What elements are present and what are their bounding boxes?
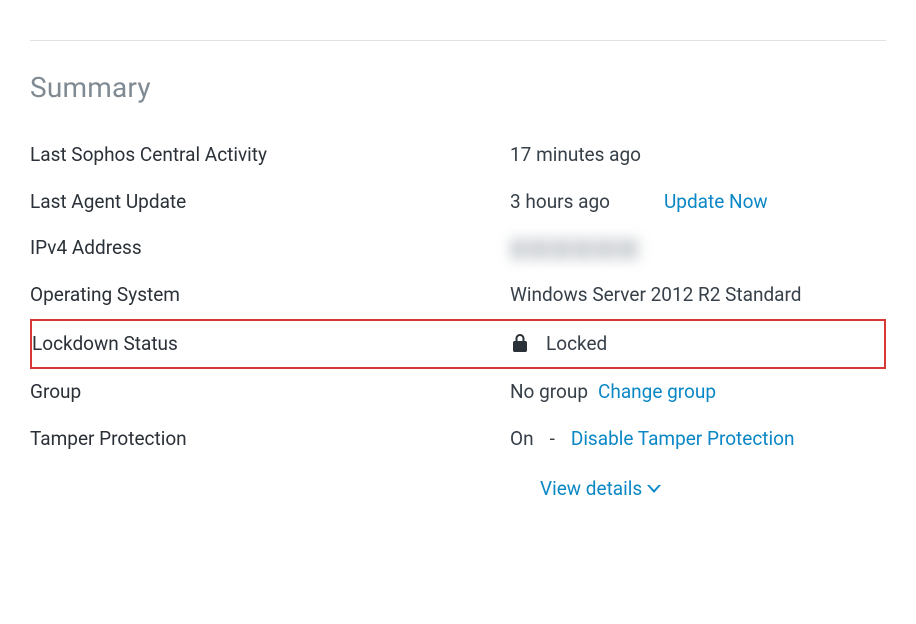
row-lockdown-status: Lockdown Status Locked	[30, 319, 886, 370]
summary-panel: Summary Last Sophos Central Activity 17 …	[0, 0, 916, 500]
value-last-activity: 17 minutes ago	[510, 143, 641, 168]
separator: -	[550, 427, 555, 452]
label-last-activity: Last Sophos Central Activity	[30, 143, 510, 168]
label-os: Operating System	[30, 283, 510, 308]
label-ipv4: IPv4 Address	[30, 236, 510, 261]
label-tamper: Tamper Protection	[30, 427, 510, 452]
divider	[30, 40, 886, 41]
row-ipv4: IPv4 Address	[30, 225, 886, 272]
view-details-link[interactable]: View details	[540, 477, 662, 500]
row-view-details: View details	[30, 463, 886, 500]
row-group: Group No group Change group	[30, 369, 886, 416]
section-title: Summary	[30, 71, 886, 104]
disable-tamper-link[interactable]: Disable Tamper Protection	[571, 427, 795, 452]
lock-icon	[512, 332, 536, 357]
row-last-activity: Last Sophos Central Activity 17 minutes …	[30, 132, 886, 179]
label-agent-update: Last Agent Update	[30, 190, 510, 215]
value-agent-update: 3 hours ago	[510, 190, 610, 215]
row-agent-update: Last Agent Update 3 hours ago Update Now	[30, 179, 886, 226]
update-now-link[interactable]: Update Now	[664, 190, 768, 215]
value-group: No group	[510, 380, 588, 405]
chevron-down-icon	[642, 477, 662, 500]
value-tamper: On	[510, 427, 534, 452]
ipv4-redacted	[510, 238, 640, 260]
row-tamper: Tamper Protection On - Disable Tamper Pr…	[30, 416, 886, 463]
change-group-link[interactable]: Change group	[598, 380, 716, 405]
view-details-label: View details	[540, 477, 642, 500]
label-lockdown: Lockdown Status	[32, 332, 512, 357]
label-group: Group	[30, 380, 510, 405]
value-lockdown: Locked	[546, 332, 607, 357]
value-os: Windows Server 2012 R2 Standard	[510, 283, 801, 308]
row-os: Operating System Windows Server 2012 R2 …	[30, 272, 886, 319]
